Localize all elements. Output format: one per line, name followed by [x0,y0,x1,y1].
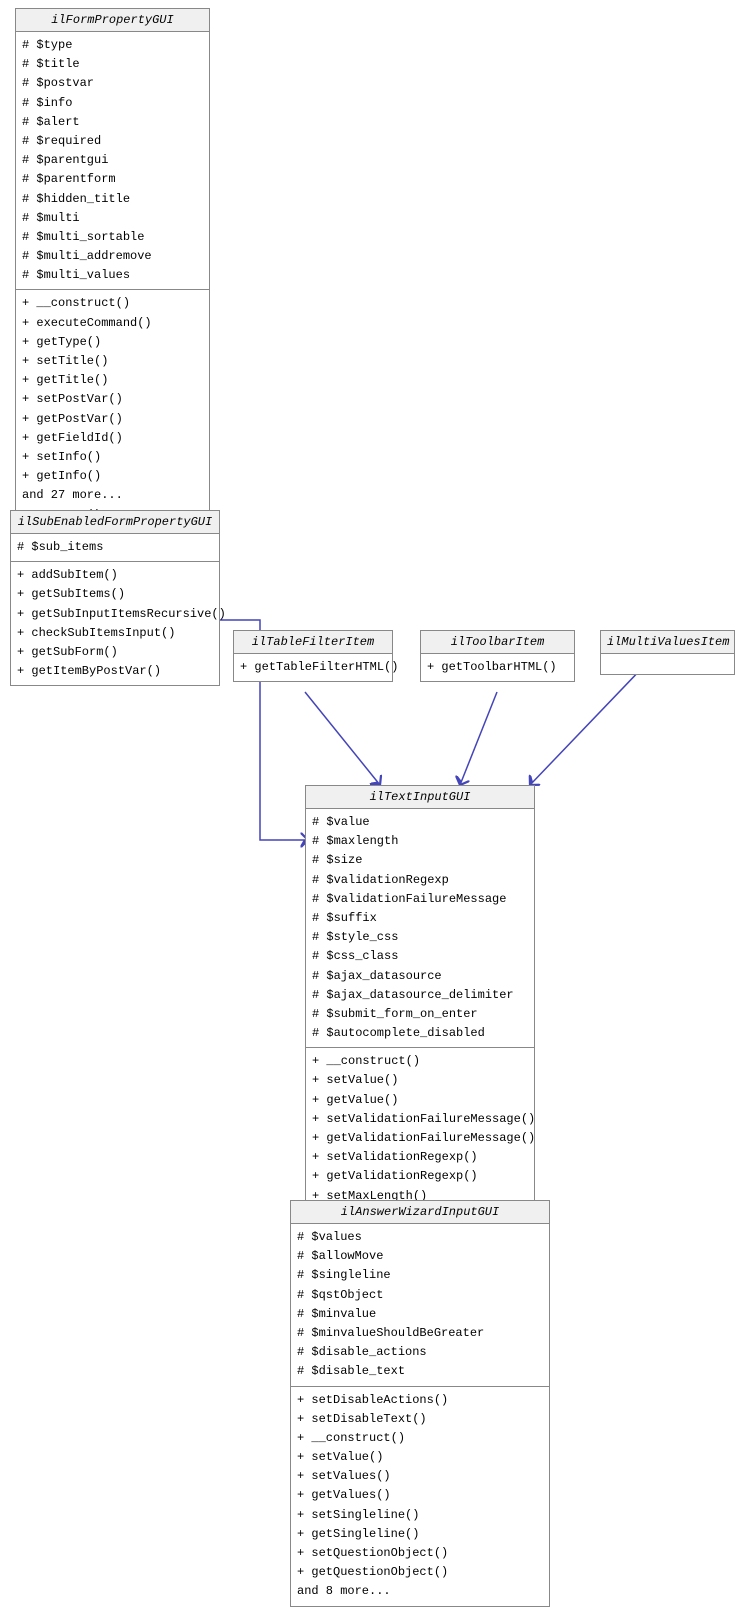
il-answer-wizard-input-gui-title: ilAnswerWizardInputGUI [291,1201,549,1224]
il-answer-wizard-input-gui-box: ilAnswerWizardInputGUI # $values # $allo… [290,1200,550,1607]
il-table-filter-item-box: ilTableFilterItem + getTableFilterHTML() [233,630,393,682]
il-form-property-gui-fields: # $type # $title # $postvar # $info # $a… [16,32,209,290]
il-multi-values-item-title: ilMultiValuesItem [601,631,734,654]
il-multi-values-item-methods [601,654,734,674]
il-text-input-gui-title: ilTextInputGUI [306,786,534,809]
il-text-input-gui-box: ilTextInputGUI # $value # $maxlength # $… [305,785,535,1268]
il-toolbar-item-box: ilToolbarItem + getToolbarHTML() [420,630,575,682]
il-toolbar-item-methods: + getToolbarHTML() [421,654,574,681]
il-answer-wizard-input-gui-methods: + setDisableActions() + setDisableText()… [291,1387,549,1606]
il-sub-enabled-title: ilSubEnabledFormPropertyGUI [11,511,219,534]
il-table-filter-item-methods: + getTableFilterHTML() [234,654,392,681]
il-sub-enabled-methods: + addSubItem() + getSubItems() + getSubI… [11,562,219,685]
il-multi-values-item-box: ilMultiValuesItem [600,630,735,675]
il-table-filter-item-title: ilTableFilterItem [234,631,392,654]
il-text-input-gui-fields: # $value # $maxlength # $size # $validat… [306,809,534,1048]
il-form-property-gui-box: ilFormPropertyGUI # $type # $title # $po… [15,8,210,549]
il-sub-enabled-fields: # $sub_items [11,534,219,562]
diagram-container: ilFormPropertyGUI # $type # $title # $po… [0,0,744,1557]
il-sub-enabled-form-property-gui-box: ilSubEnabledFormPropertyGUI # $sub_items… [10,510,220,686]
il-answer-wizard-input-gui-fields: # $values # $allowMove # $singleline # $… [291,1224,549,1387]
il-toolbar-item-title: ilToolbarItem [421,631,574,654]
il-form-property-gui-title: ilFormPropertyGUI [16,9,209,32]
